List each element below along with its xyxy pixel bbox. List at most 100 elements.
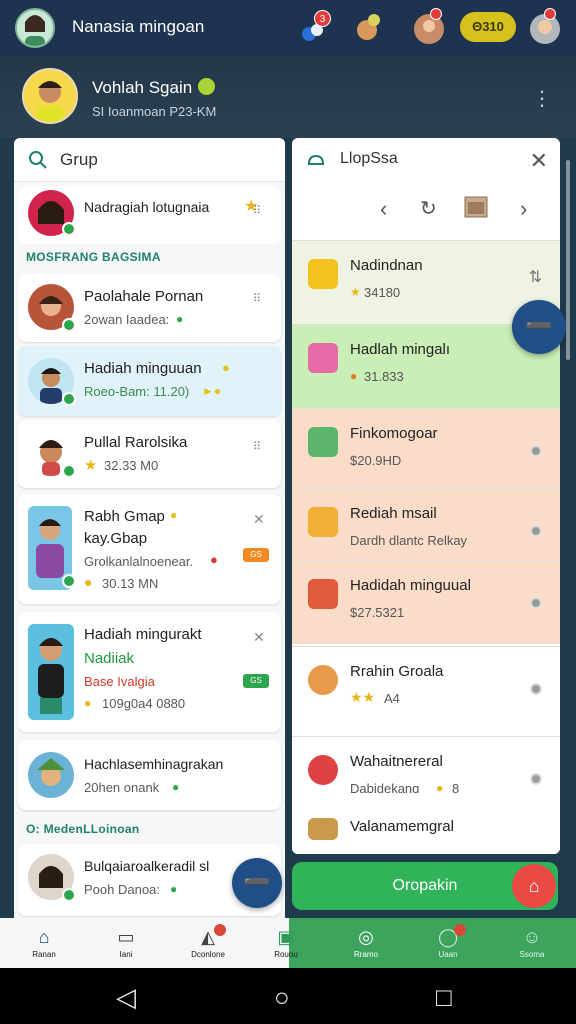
chat-bubbles-icon[interactable]: 3 xyxy=(298,10,332,46)
section-header: O: MedenLLoinoan xyxy=(26,822,140,836)
drag-handle-icon[interactable]: ⠿ xyxy=(253,206,267,217)
reward-item[interactable]: Valanamemgral xyxy=(292,814,560,854)
coin-icon: ● xyxy=(222,360,230,375)
chevron-right-icon[interactable]: › xyxy=(520,196,527,222)
group-card[interactable]: Rabh Gmap ● kay.Gbap Grolkanlalnoenear. … xyxy=(18,494,281,604)
reward-value: A4 xyxy=(384,691,400,706)
coin-balance[interactable]: Θ310 xyxy=(460,12,516,42)
reward-name: Finkomogoar xyxy=(350,425,438,442)
reward-item[interactable]: Hadidah minguual $27.5321 xyxy=(292,560,560,644)
group-name-line2: Nadiiak xyxy=(84,650,135,667)
home-icon: ⌂ xyxy=(38,927,50,947)
drag-handle-icon[interactable]: ⠿ xyxy=(253,442,267,453)
refresh-icon[interactable]: ↻ xyxy=(420,196,437,221)
nav-library[interactable]: ▣ Rouou xyxy=(250,918,322,968)
reward-value: $27.5321 xyxy=(350,605,405,620)
avatar xyxy=(28,624,74,720)
group-card[interactable]: Hadiah mingurakt Nadiiak Base Ivalgia ● … xyxy=(18,612,281,732)
verified-check-icon xyxy=(62,888,76,902)
reward-name: Nadindnan xyxy=(350,257,423,274)
group-card[interactable]: Hachlasemhinagrakan 20hen onank ● xyxy=(18,740,281,810)
search-label: Grup xyxy=(60,150,98,169)
coin-icon: ● xyxy=(436,781,444,795)
reward-value: Dabidekanɑ xyxy=(350,781,420,796)
chat-icon: ● xyxy=(176,312,184,326)
sort-icon[interactable]: ⇅ xyxy=(529,267,542,287)
primary-action-label: Oropakin xyxy=(392,877,458,894)
image-icon[interactable] xyxy=(464,196,488,224)
play-icon: ◎ xyxy=(358,927,374,947)
chat-icon: ▭ xyxy=(117,927,135,947)
nav-alerts[interactable]: ◭ Dconlone xyxy=(172,918,244,968)
more-options-icon[interactable]: ⋮ xyxy=(532,89,552,110)
mascot-icon[interactable] xyxy=(350,12,384,46)
search-icon xyxy=(29,151,47,169)
user-avatar[interactable] xyxy=(15,8,55,48)
gift-icon[interactable]: ⌂ xyxy=(512,864,556,908)
avatar xyxy=(28,752,74,798)
radio-button[interactable] xyxy=(530,683,542,695)
friend-avatar-icon[interactable] xyxy=(412,8,446,46)
scrollbar[interactable] xyxy=(566,160,570,360)
group-list-panel: Grup Nadragiah lotugnaia ★ ⠿ MOSFRANG BA… xyxy=(14,138,285,918)
group-name-line2: kay.Gbap xyxy=(84,530,148,547)
reward-item[interactable]: Wahaitnereral Dabidekanɑ ● 8 xyxy=(292,736,560,820)
reward-item[interactable]: Rrahin Groala ★★ A4 xyxy=(292,646,560,730)
book-icon: ▣ xyxy=(277,927,295,947)
system-navigation-bar: ◁ ○ □ xyxy=(0,968,576,1024)
group-card[interactable]: Paolahale Pornan 2owan Iaadea: ● ⠿ xyxy=(18,274,281,342)
drag-handle-icon[interactable]: ⠿ xyxy=(253,294,267,305)
group-meta: 32.33 M0 xyxy=(104,458,159,473)
verified-check-icon xyxy=(62,574,76,588)
radio-button[interactable] xyxy=(530,445,542,457)
group-card[interactable]: Pullal Rarolsika ★ 32.33 M0 ⠿ xyxy=(18,420,281,488)
chat-icon: ● xyxy=(170,882,178,896)
radio-button[interactable] xyxy=(530,597,542,609)
radio-button[interactable] xyxy=(530,773,542,785)
radio-button[interactable] xyxy=(530,525,542,537)
nav-profile[interactable]: ☺ Ssoma xyxy=(496,918,568,968)
group-meta-line1: Base Ivalgia xyxy=(84,674,155,689)
close-icon[interactable]: ✕ xyxy=(530,148,548,174)
pinned-group-row[interactable]: Nadragiah lotugnaia ★ ⠿ xyxy=(18,186,281,244)
profile-avatar[interactable] xyxy=(22,68,78,124)
reward-value: $20.9HD xyxy=(350,453,402,468)
online-status-icon xyxy=(198,78,215,95)
primary-action-button[interactable]: Oropakin ⌂ xyxy=(292,862,558,910)
group-meta: 2owan Iaadea: xyxy=(84,312,170,327)
top-bar: Nanasia mingoan 3 Θ310 xyxy=(0,0,576,56)
reward-icon xyxy=(308,755,338,785)
verified-check-icon xyxy=(62,464,76,478)
close-icon[interactable]: ✕ xyxy=(253,512,267,526)
detail-title: LlopSsa xyxy=(340,150,398,167)
back-icon[interactable]: ◁ xyxy=(116,982,136,1013)
coin-icon: ►● xyxy=(202,384,222,398)
close-icon[interactable]: ✕ xyxy=(253,630,267,644)
nav-play[interactable]: ◎ Rramo xyxy=(330,918,402,968)
nav-messages[interactable]: ◯ Uaan xyxy=(412,918,484,968)
reward-name: Hadidah minguual xyxy=(350,577,471,594)
nav-chat[interactable]: ▭ Iani xyxy=(90,918,162,968)
flame-icon: ● xyxy=(210,552,218,567)
edit-fab-button[interactable]: ➖ xyxy=(512,300,566,354)
group-search-bar[interactable]: Grup xyxy=(14,138,285,182)
star-icon: ★ xyxy=(350,285,361,299)
nav-home[interactable]: ⌂ Ranan xyxy=(8,918,80,968)
profile-mini-icon[interactable] xyxy=(528,8,562,46)
group-card-selected[interactable]: Hadiah minguuan ● Roeo-Bam: 11.20) ►● xyxy=(18,346,281,416)
compose-fab-button[interactable]: ➖ xyxy=(232,858,282,908)
home-circle-icon[interactable]: ○ xyxy=(274,982,290,1013)
reward-item[interactable]: Finkomogoar $20.9HD xyxy=(292,408,560,492)
reward-name: Hadlah mingalı xyxy=(350,341,451,358)
group-name: Hachlasemhinagrakan xyxy=(84,756,224,772)
verified-check-icon xyxy=(62,318,76,332)
verified-check-icon xyxy=(62,222,76,236)
group-meta: 109g0a4 0880 xyxy=(102,696,186,711)
reward-name: Wahaitnereral xyxy=(350,753,443,770)
coin-icon: ● xyxy=(84,696,92,710)
person-icon: ☺ xyxy=(522,927,542,947)
recents-icon[interactable]: □ xyxy=(436,982,452,1013)
section-header: MOSFRANG BAGSIMA xyxy=(26,250,161,264)
reward-icon xyxy=(308,343,338,373)
chevron-left-icon[interactable]: ‹ xyxy=(380,196,387,222)
